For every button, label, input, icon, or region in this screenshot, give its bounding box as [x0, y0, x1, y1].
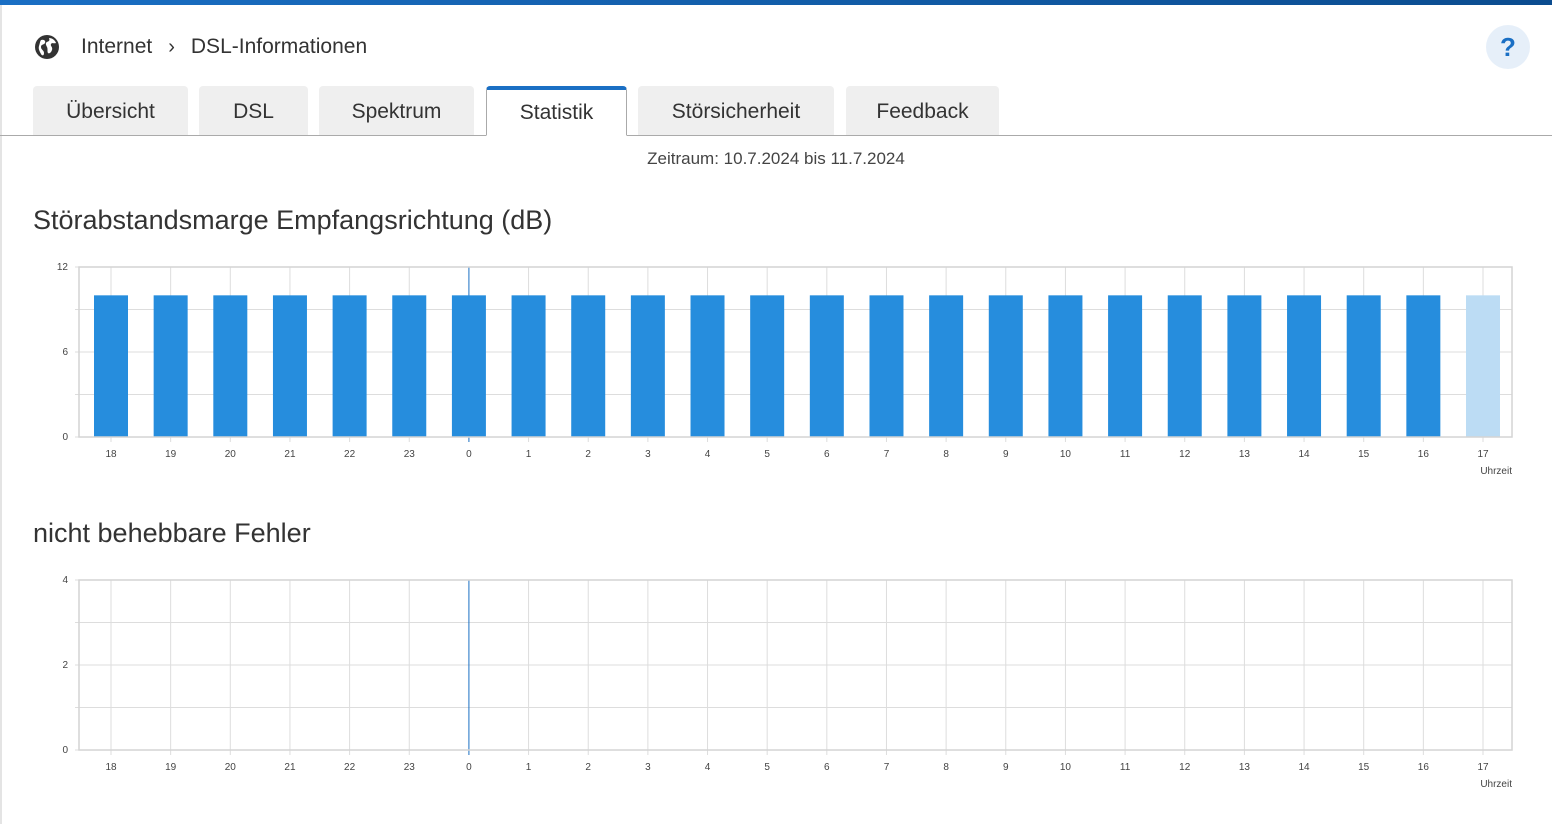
bar	[1287, 295, 1322, 437]
x-tick-label: 17	[1477, 762, 1489, 773]
x-tick-label: 5	[764, 762, 770, 773]
x-tick-label: 2	[585, 762, 591, 773]
globe-icon	[35, 35, 59, 59]
x-tick-label: 1	[526, 762, 532, 773]
bar	[630, 295, 665, 437]
x-tick-label: 18	[105, 762, 117, 773]
breadcrumb-internet[interactable]: Internet	[81, 35, 152, 59]
tab-feedback[interactable]: Feedback	[846, 86, 999, 135]
help-button[interactable]: ?	[1486, 25, 1530, 69]
x-tick-label: 17	[1477, 449, 1489, 460]
bar	[690, 295, 725, 437]
chart-title-errors: nicht behebbare Fehler	[33, 518, 311, 548]
x-tick-label: 18	[105, 449, 117, 460]
bar	[392, 295, 427, 437]
x-tick-label: 23	[404, 762, 416, 773]
bar	[750, 295, 785, 437]
bar	[1406, 295, 1441, 437]
x-axis-label: Uhrzeit	[1480, 466, 1512, 477]
tab-dsl[interactable]: DSL	[199, 86, 308, 135]
x-tick-label: 22	[344, 762, 356, 773]
bar	[94, 295, 128, 437]
bar	[1048, 295, 1083, 437]
x-tick-label: 13	[1239, 449, 1251, 460]
x-tick-label: 10	[1060, 449, 1072, 460]
x-tick-label: 19	[165, 762, 177, 773]
x-tick-label: 0	[466, 762, 472, 773]
tab-statistik[interactable]: Statistik	[486, 86, 627, 136]
x-tick-label: 9	[1003, 762, 1009, 773]
bar	[511, 295, 546, 437]
bar	[332, 295, 367, 437]
x-tick-label: 22	[344, 449, 356, 460]
x-tick-label: 6	[824, 762, 830, 773]
x-tick-label: 12	[1179, 449, 1191, 460]
bar	[1346, 295, 1381, 437]
x-tick-label: 7	[884, 449, 890, 460]
x-tick-label: 14	[1298, 449, 1310, 460]
y-tick-label: 6	[62, 347, 68, 358]
x-tick-label: 8	[943, 449, 949, 460]
x-tick-label: 4	[705, 762, 711, 773]
x-tick-label: 6	[824, 449, 830, 460]
bar	[809, 295, 844, 437]
x-tick-label: 14	[1298, 762, 1310, 773]
x-tick-label: 10	[1060, 762, 1072, 773]
bar	[451, 295, 486, 437]
x-tick-label: 20	[225, 449, 237, 460]
x-tick-label: 21	[284, 762, 296, 773]
tab-spektrum[interactable]: Spektrum	[319, 86, 474, 135]
tab-bar: Übersicht DSL Spektrum Statistik Störsic…	[0, 86, 1552, 136]
bar	[153, 295, 188, 437]
x-tick-label: 21	[284, 449, 296, 460]
x-tick-label: 3	[645, 762, 651, 773]
x-tick-label: 1	[526, 449, 532, 460]
x-tick-label: 20	[225, 762, 237, 773]
y-tick-label: 4	[62, 575, 68, 586]
bar	[1108, 295, 1143, 437]
y-tick-label: 2	[62, 660, 68, 671]
x-tick-label: 8	[943, 762, 949, 773]
x-tick-label: 7	[884, 762, 890, 773]
x-tick-label: 0	[466, 449, 472, 460]
x-tick-label: 4	[705, 449, 711, 460]
breadcrumb-dsl-informationen: DSL-Informationen	[190, 35, 368, 58]
x-tick-label: 19	[165, 449, 177, 460]
y-tick-label: 0	[62, 432, 68, 443]
uncorrectable-errors-chart: 18 19 20 21 22 23 0 1 2 3 4 5 6 7 8 9 10 11 12 13 14 15 16 1702…	[62, 575, 1513, 790]
x-tick-label: 9	[1003, 449, 1009, 460]
top-accent-bar	[0, 0, 1552, 5]
bar	[869, 295, 904, 437]
x-tick-label: 23	[404, 449, 416, 460]
x-tick-label: 16	[1418, 762, 1430, 773]
x-tick-label: 13	[1239, 762, 1251, 773]
snr-margin-chart: 18 19 20 21 22 23 0 1 2 3 4 5 6 7 8 9 10 11 12 13 14 15 16 1706…	[57, 262, 1513, 477]
bar	[1466, 295, 1500, 437]
x-tick-label: 12	[1179, 762, 1191, 773]
breadcrumb: Internet › DSL-Informationen	[33, 33, 367, 61]
tab-stoersicherheit[interactable]: Störsicherheit	[638, 86, 834, 135]
x-tick-label: 15	[1358, 762, 1370, 773]
x-tick-label: 11	[1120, 762, 1131, 773]
x-tick-label: 15	[1358, 449, 1370, 460]
tab-uebersicht[interactable]: Übersicht	[33, 86, 188, 135]
x-tick-label: 11	[1120, 449, 1131, 460]
chevron-right-icon: ›	[168, 35, 175, 58]
bar	[988, 295, 1023, 437]
x-tick-label: 5	[764, 449, 770, 460]
x-tick-label: 3	[645, 449, 651, 460]
time-range: Zeitraum: 10.7.2024 bis 11.7.2024	[647, 149, 905, 168]
bar	[1227, 295, 1262, 437]
bar	[1167, 295, 1202, 437]
y-tick-label: 12	[57, 262, 69, 273]
chart-title-snr: Störabstandsmarge Empfangsrichtung (dB)	[33, 205, 553, 235]
bar	[929, 295, 964, 437]
y-tick-label: 0	[62, 745, 68, 756]
bar	[213, 295, 248, 437]
x-tick-label: 2	[585, 449, 591, 460]
bar	[571, 295, 606, 437]
x-axis-label: Uhrzeit	[1480, 779, 1512, 790]
x-tick-label: 16	[1418, 449, 1430, 460]
bar	[272, 295, 307, 437]
